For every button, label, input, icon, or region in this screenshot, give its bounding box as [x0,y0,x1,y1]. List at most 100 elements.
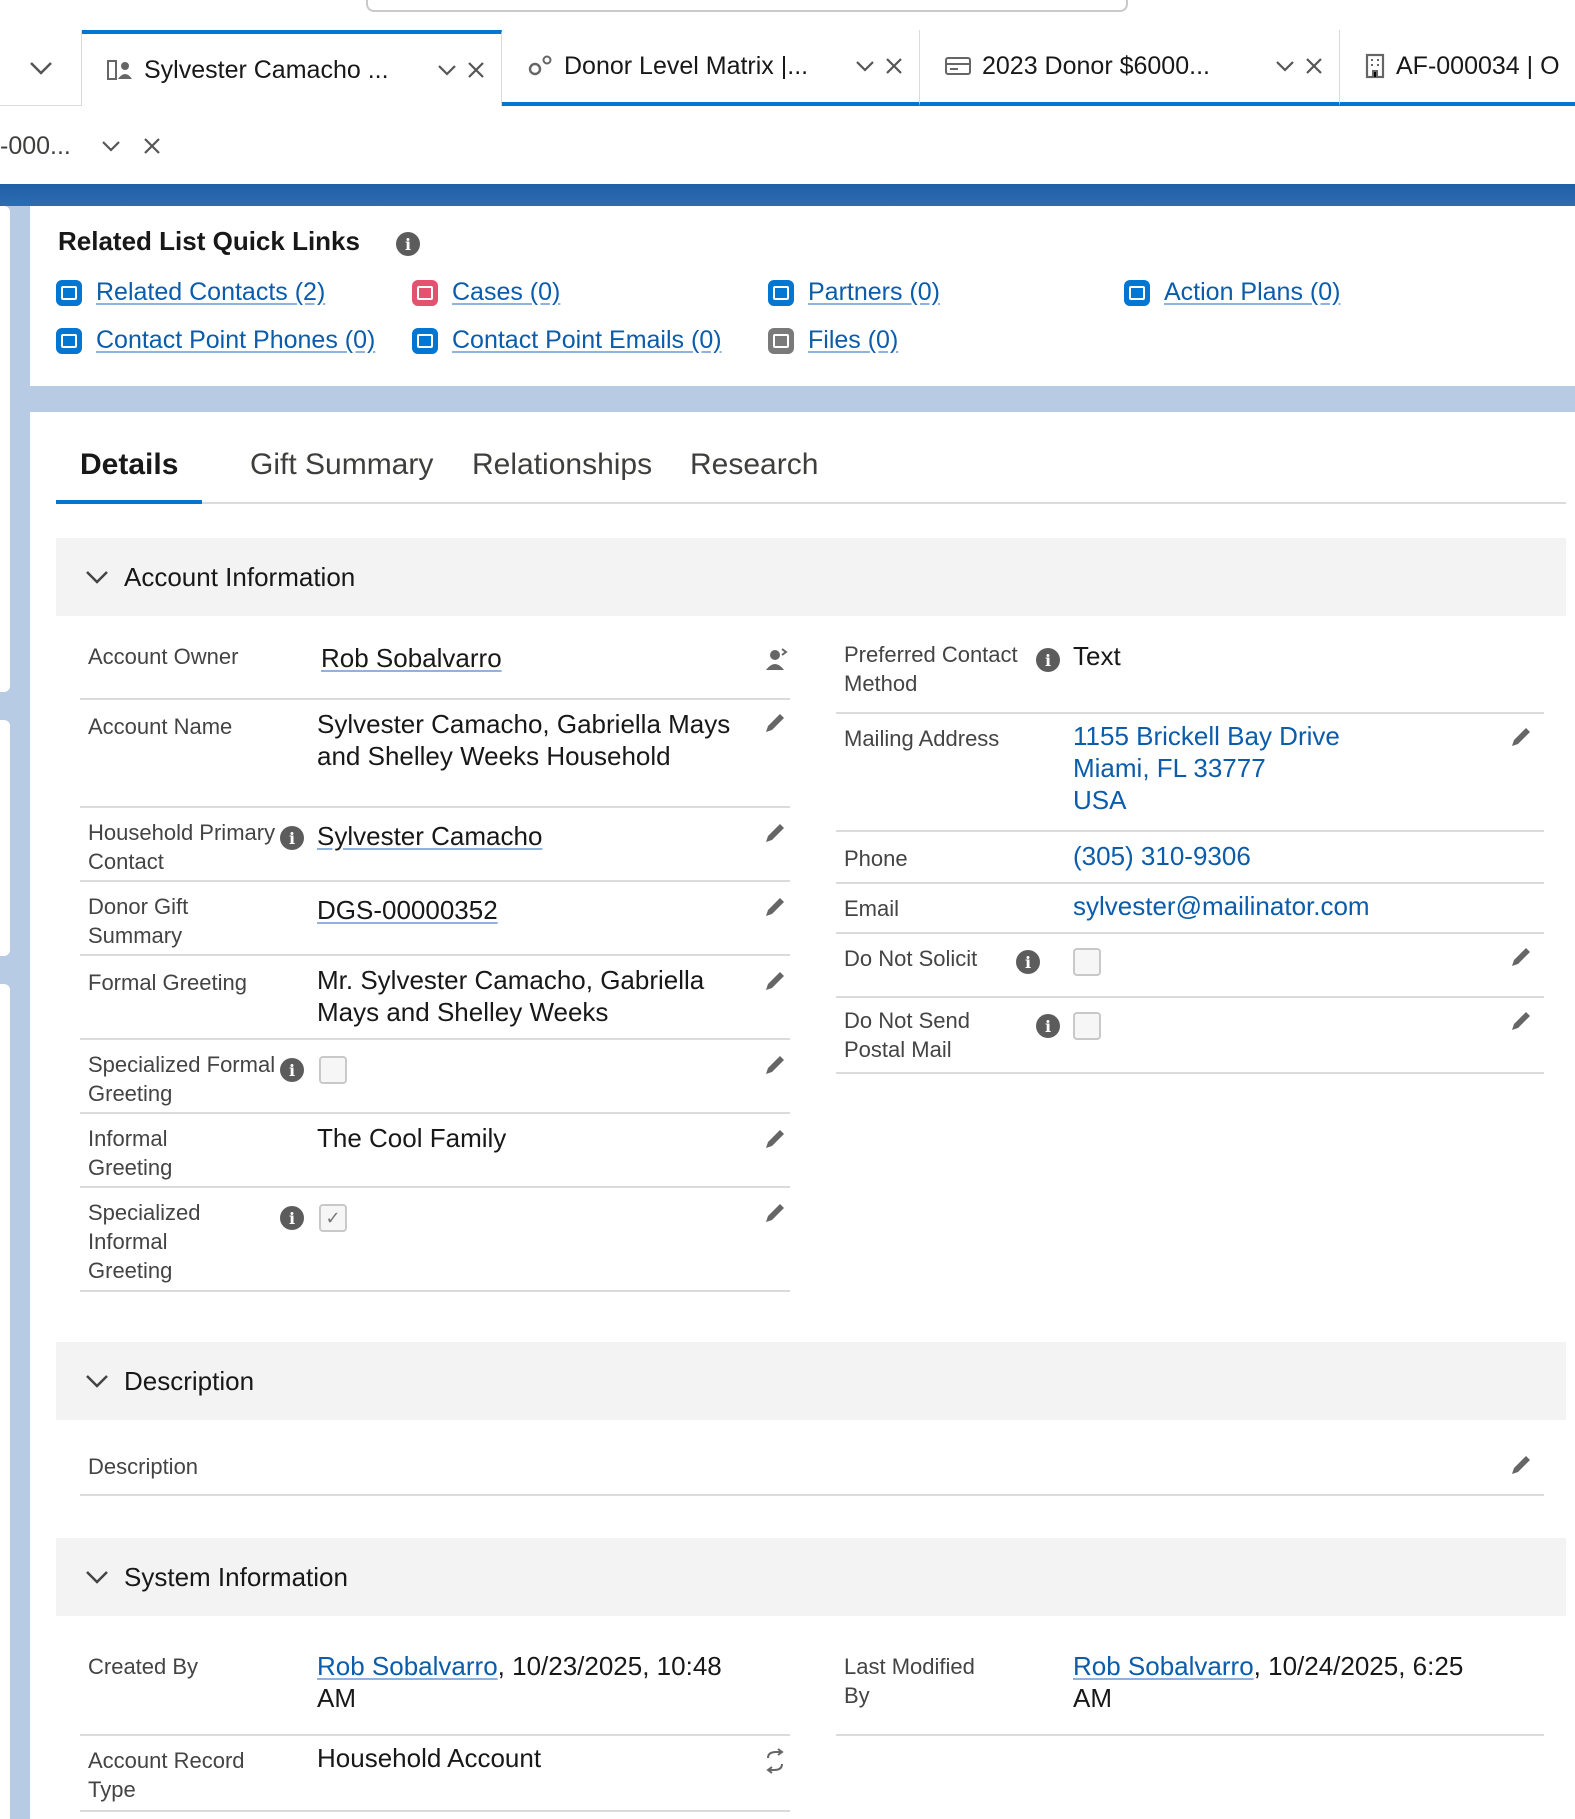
section-header-description[interactable]: Description [56,1342,1566,1420]
donor-gift-summary-link[interactable]: DGS-00000352 [317,894,498,926]
info-icon[interactable]: i [1036,648,1060,672]
section-header-account-information[interactable]: Account Information [56,538,1566,616]
tab-title: 2023 Donor $6000... [982,51,1210,80]
specialized-formal-greeting-checkbox[interactable] [319,1056,347,1084]
related-list-quick-links: Related List Quick Links i Related Conta… [34,206,1575,386]
chevron-down-icon[interactable] [1275,60,1295,72]
rail-segment [0,206,10,692]
field-label: Do Not Send Postal Mail [844,1008,970,1062]
field-label: Do Not Solicit [844,946,978,971]
detail-tabs: Details Gift Summary Relationships Resea… [56,448,1566,504]
field-label: Account Owner [88,644,239,669]
phone-link[interactable]: (305) 310-9306 [1073,840,1251,872]
do-not-solicit-checkbox[interactable] [1073,948,1101,976]
quick-links-title: Related List Quick Links [58,226,360,256]
info-icon[interactable]: i [1036,1014,1060,1038]
tab-title: Sylvester Camacho ... [144,55,389,84]
field-email: Email sylvester@mailinator.com [836,884,1544,934]
quick-link-files[interactable]: Files (0) [768,326,898,355]
info-icon[interactable]: i [396,232,420,256]
pencil-edit-icon[interactable] [762,1126,788,1152]
specialized-informal-greeting-checkbox[interactable] [319,1204,347,1232]
formal-greeting-value: Mr. Sylvester Camacho, Gabriella Mays an… [317,965,705,1027]
quick-link-contact-point-phones[interactable]: Contact Point Phones (0) [56,326,375,355]
quick-link-related-contacts[interactable]: Related Contacts (2) [56,278,325,307]
chevron-down-icon [84,564,110,590]
field-label: Account Record Type [88,1748,245,1802]
change-record-type-icon[interactable] [762,1748,788,1774]
field-label: Informal Greeting [88,1126,173,1180]
info-icon[interactable]: i [280,826,304,850]
quick-link-partners[interactable]: Partners (0) [768,278,940,307]
created-by-value: Rob Sobalvarro, 10/23/2025, 10:48 AM [317,1650,747,1714]
informal-greeting-value: The Cool Family [317,1123,507,1153]
section-header-system-information[interactable]: System Information [56,1538,1566,1616]
workspace-tab-donor-level-matrix[interactable]: Donor Level Matrix |... [502,30,920,106]
pencil-edit-icon[interactable] [1508,724,1534,750]
workspace-tab-donor-summary[interactable]: 2023 Donor $6000... [920,30,1340,106]
change-owner-icon[interactable] [762,646,788,672]
chevron-down-icon[interactable] [437,64,457,76]
field-do-not-solicit: Do Not Solicit i [836,934,1544,998]
info-icon[interactable]: i [1016,950,1040,974]
pencil-edit-icon[interactable] [762,710,788,736]
tab-gift-summary[interactable]: Gift Summary [250,448,433,504]
pencil-edit-icon[interactable] [762,1052,788,1078]
do-not-send-postal-mail-checkbox[interactable] [1073,1012,1101,1040]
last-modified-by-user-link[interactable]: Rob Sobalvarro [1073,1651,1254,1681]
rail-segment [0,720,10,956]
field-label: Preferred Contact Method [844,642,1018,696]
section-title: Account Information [124,561,356,592]
tab-details[interactable]: Details [56,448,203,504]
files-icon [768,327,794,354]
close-icon[interactable] [143,137,161,155]
quick-link-contact-point-emails[interactable]: Contact Point Emails (0) [412,326,722,355]
account-name-value: Sylvester Camacho, Gabriella Mays and Sh… [317,709,731,771]
pencil-edit-icon[interactable] [762,894,788,920]
summary-card-icon [945,57,971,75]
created-by-user-link[interactable]: Rob Sobalvarro [317,1651,498,1681]
workspace-tab-af-record[interactable]: AF-000034 | O [1340,30,1575,106]
pencil-edit-icon[interactable] [1508,1452,1534,1478]
quick-link-action-plans[interactable]: Action Plans (0) [1124,278,1340,307]
field-household-primary-contact: Household Primary Contact i Sylvester Ca… [80,808,790,882]
field-specialized-formal-greeting: Specialized Formal Greeting i [80,1040,790,1114]
header-band [0,184,1575,206]
info-icon[interactable]: i [280,1058,304,1082]
mailing-address-link[interactable]: 1155 Brickell Bay Drive Miami, FL 33777 … [1073,720,1340,816]
close-icon[interactable] [1305,57,1323,75]
quick-link-cases[interactable]: Cases (0) [412,278,560,307]
subtab-title: -000... [0,131,71,160]
chevron-down-icon [84,1564,110,1590]
info-icon[interactable]: i [280,1206,304,1230]
pencil-edit-icon[interactable] [762,820,788,846]
field-label: Email [844,896,900,921]
close-icon[interactable] [885,57,903,75]
account-record-type-value: Household Account [317,1743,542,1773]
close-icon[interactable] [467,61,485,79]
pencil-edit-icon[interactable] [762,968,788,994]
field-donor-gift-summary: Donor Gift Summary DGS-00000352 [80,882,790,956]
tab-research[interactable]: Research [690,448,818,504]
building-icon [1365,53,1385,79]
field-label: Account Name [88,714,233,739]
chevron-down-icon[interactable] [101,140,121,152]
left-rail [0,206,30,1819]
field-label: Last Modified By [844,1654,975,1708]
record-detail-card: Details Gift Summary Relationships Resea… [34,412,1575,1819]
chevron-down-icon[interactable] [855,60,875,72]
email-link[interactable]: sylvester@mailinator.com [1073,890,1370,922]
account-owner-link[interactable]: Rob Sobalvarro [321,642,502,674]
global-search-box[interactable] [366,0,1128,12]
tab-relationships[interactable]: Relationships [472,448,652,504]
field-label: Donor Gift Summary [88,894,189,948]
workspace-tab-household[interactable]: Sylvester Camacho ... [82,30,502,106]
pencil-edit-icon[interactable] [1508,1008,1534,1034]
chevron-down-icon [29,62,52,75]
pencil-edit-icon[interactable] [1508,944,1534,970]
pencil-edit-icon[interactable] [762,1200,788,1226]
household-icon [107,60,132,80]
household-primary-contact-link[interactable]: Sylvester Camacho [317,820,542,852]
subtab[interactable]: -000... [0,128,161,164]
tab-overflow-button[interactable] [0,30,82,106]
